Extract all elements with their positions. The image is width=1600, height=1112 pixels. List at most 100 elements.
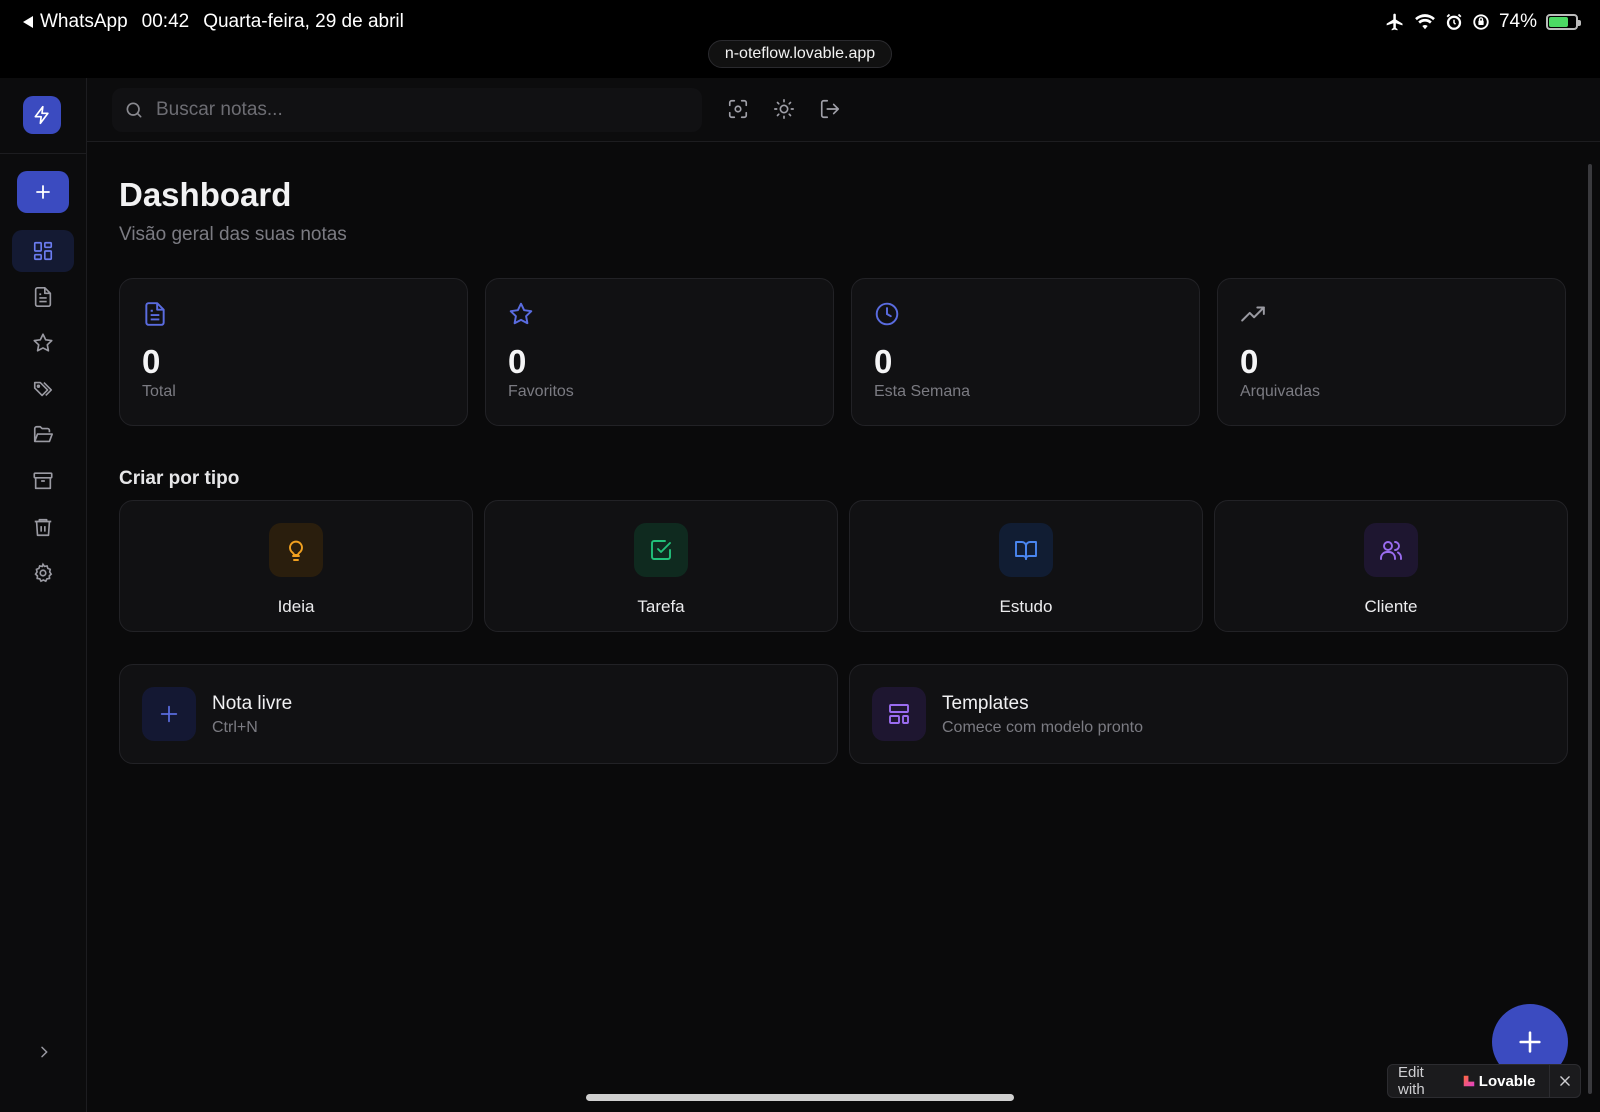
new-note-button[interactable] <box>17 171 69 213</box>
layout-template-icon <box>887 702 911 726</box>
orientation-lock-icon <box>1472 13 1490 31</box>
sidebar-item-folders[interactable] <box>12 414 74 456</box>
badge-prefix: Edit with <box>1398 1064 1425 1098</box>
sidebar-item-dashboard[interactable] <box>12 230 74 272</box>
tags-icon <box>32 378 54 400</box>
sidebar-expand-button[interactable] <box>30 1038 58 1066</box>
main-content: Dashboard Visão geral das suas notas 0 T… <box>87 142 1600 1112</box>
file-text-icon <box>142 301 168 327</box>
note-types-row: Ideia Tarefa Estudo Cliente <box>119 500 1568 632</box>
book-open-icon <box>1014 538 1038 562</box>
wifi-icon <box>1414 13 1436 31</box>
sidebar-divider <box>0 153 87 154</box>
templates-card[interactable]: Templates Comece com modelo pronto <box>849 664 1568 764</box>
back-app-name: WhatsApp <box>40 11 128 32</box>
action-icon-box <box>872 687 926 741</box>
sidebar-item-tags[interactable] <box>12 368 74 410</box>
logout-button[interactable] <box>819 96 841 122</box>
stat-label: Esta Semana <box>874 383 971 400</box>
users-icon <box>1379 538 1403 562</box>
sidebar-item-notes[interactable] <box>12 276 74 318</box>
stats-row: 0 Total 0 Favoritos 0 Esta Semana 0 Arqu… <box>119 278 1566 426</box>
search-icon <box>124 100 144 120</box>
plus-icon <box>1516 1028 1544 1056</box>
sun-icon <box>773 98 795 120</box>
stat-value: 0 <box>142 343 161 380</box>
stat-card-favorites[interactable]: 0 Favoritos <box>485 278 834 426</box>
type-label: Estudo <box>999 597 1053 616</box>
ios-status-bar: WhatsApp 00:42 Quarta-feira, 29 de abril… <box>0 0 1600 44</box>
type-icon-box <box>999 523 1053 577</box>
action-icon-box <box>142 687 196 741</box>
type-icon-box <box>1364 523 1418 577</box>
lovable-brand-text: Lovable <box>1478 1072 1536 1090</box>
scan-button[interactable] <box>727 96 749 122</box>
archive-icon <box>32 470 54 492</box>
lovable-brand: Lovable <box>1462 1072 1536 1090</box>
sidebar-item-favorites[interactable] <box>12 322 74 364</box>
action-title: Nota livre <box>212 693 293 714</box>
sidebar-item-settings[interactable] <box>12 552 74 594</box>
top-actions <box>727 96 841 122</box>
file-text-icon <box>32 286 54 308</box>
search-input[interactable] <box>156 99 676 121</box>
star-icon <box>508 301 534 327</box>
back-triangle-icon <box>22 15 34 29</box>
scan-focus-icon <box>727 98 749 120</box>
battery-icon <box>1546 14 1581 30</box>
star-icon <box>32 332 54 354</box>
url-pill[interactable]: n-oteflow.lovable.app <box>707 40 893 68</box>
clock-time: 00:42 <box>141 11 190 32</box>
stat-value: 0 <box>508 343 527 380</box>
close-icon <box>1558 1074 1572 1088</box>
page-subtitle: Visão geral das suas notas <box>119 224 347 245</box>
chevron-right-icon <box>36 1044 52 1060</box>
trash-icon <box>32 516 54 538</box>
app-container: Dashboard Visão geral das suas notas 0 T… <box>0 78 1600 1112</box>
plus-icon <box>34 183 52 201</box>
stat-card-this-week[interactable]: 0 Esta Semana <box>851 278 1200 426</box>
browser-url-bar: n-oteflow.lovable.app <box>0 40 1600 78</box>
stat-value: 0 <box>874 343 893 380</box>
lightbulb-icon <box>284 538 308 562</box>
quick-actions-row: Nota livre Ctrl+N Templates Comece com m… <box>119 664 1568 764</box>
action-title: Templates <box>942 693 1029 714</box>
plus-icon <box>158 703 180 725</box>
stat-card-total[interactable]: 0 Total <box>119 278 468 426</box>
type-icon-box <box>269 523 323 577</box>
type-label: Ideia <box>277 597 315 616</box>
page-title: Dashboard <box>119 176 292 213</box>
scrollbar[interactable] <box>1588 164 1592 1094</box>
log-out-icon <box>819 98 841 120</box>
sidebar <box>0 78 87 1112</box>
badge-close-button[interactable] <box>1550 1074 1580 1088</box>
action-subtitle: Ctrl+N <box>212 719 258 736</box>
type-label: Cliente <box>1364 597 1418 616</box>
airplane-icon <box>1385 12 1405 32</box>
lovable-logo-icon <box>1462 1074 1476 1088</box>
create-type-tarefa[interactable]: Tarefa <box>484 500 838 632</box>
type-label: Tarefa <box>637 597 685 616</box>
create-type-ideia[interactable]: Ideia <box>119 500 473 632</box>
theme-toggle-button[interactable] <box>773 96 795 122</box>
search-box[interactable] <box>112 88 702 132</box>
clock-icon <box>874 301 900 327</box>
stat-card-archived[interactable]: 0 Arquivadas <box>1217 278 1566 426</box>
home-indicator[interactable] <box>586 1094 1014 1101</box>
create-type-estudo[interactable]: Estudo <box>849 500 1203 632</box>
grid-icon <box>32 240 54 262</box>
free-note-card[interactable]: Nota livre Ctrl+N <box>119 664 838 764</box>
check-square-icon <box>649 538 673 562</box>
create-type-cliente[interactable]: Cliente <box>1214 500 1568 632</box>
battery-percent: 74% <box>1498 11 1537 32</box>
back-to-app-link[interactable]: WhatsApp <box>22 11 128 33</box>
edit-with-lovable-badge[interactable]: Edit with Lovable <box>1387 1064 1581 1098</box>
sidebar-item-archive[interactable] <box>12 460 74 502</box>
sidebar-nav <box>0 230 87 598</box>
alarm-icon <box>1445 13 1463 31</box>
type-icon-box <box>634 523 688 577</box>
sidebar-item-trash[interactable] <box>12 506 74 548</box>
app-logo[interactable] <box>23 96 61 134</box>
top-bar <box>87 78 1600 142</box>
stat-label: Favoritos <box>508 383 574 400</box>
